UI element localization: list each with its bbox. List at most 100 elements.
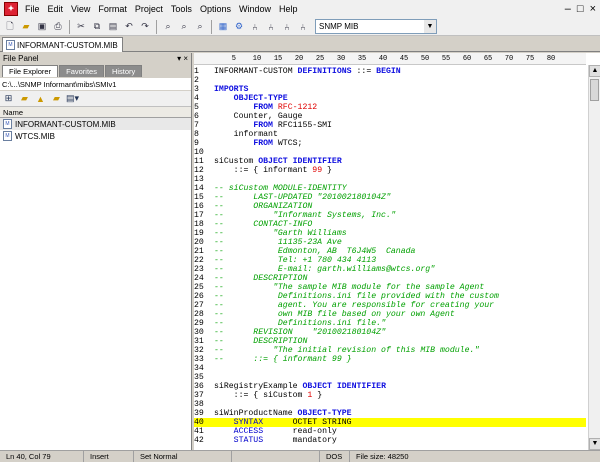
copy-icon[interactable]: ⧉ <box>90 20 104 34</box>
folder-icon[interactable]: ▰ <box>18 92 31 105</box>
snmp-walk-icon[interactable]: ⑃ <box>280 20 294 34</box>
code-line[interactable]: 30 -- REVISION "201002180104Z" <box>194 328 586 337</box>
snmp-icon[interactable]: ⑃ <box>264 20 278 34</box>
code-line[interactable]: 19 -- "Garth Williams <box>194 229 586 238</box>
code-line[interactable]: 5 FROM RFC-1212 <box>194 103 586 112</box>
new-file-icon[interactable]: 🗋 <box>3 20 17 34</box>
undo-icon[interactable]: ↶ <box>122 20 136 34</box>
code-line[interactable]: 8 informant <box>194 130 586 139</box>
find-next-icon[interactable]: ⌕ <box>193 20 207 34</box>
menu-project[interactable]: Project <box>131 0 167 18</box>
column-header-name[interactable]: Name <box>0 107 191 118</box>
code-line[interactable]: 31 -- DESCRIPTION <box>194 337 586 346</box>
code-line[interactable]: 6 Counter, Gauge <box>194 112 586 121</box>
code-line[interactable]: 39 siWinProductName OBJECT-TYPE <box>194 409 586 418</box>
compile-icon[interactable]: ▦ <box>216 20 230 34</box>
code-line[interactable]: 9 FROM WTCS; <box>194 139 586 148</box>
code-editor[interactable]: 5 10 15 20 25 30 35 40 45 50 55 60 65 70… <box>194 53 600 450</box>
code-line[interactable]: 32 -- "The initial revision of this MIB m… <box>194 346 586 355</box>
code-line[interactable]: 16 -- ORGANIZATION <box>194 202 586 211</box>
code-line[interactable]: 42 STATUS mandatory <box>194 436 586 445</box>
code-line[interactable]: 38 <box>194 400 586 409</box>
code-line[interactable]: 18 -- CONTACT-INFO <box>194 220 586 229</box>
cut-icon[interactable]: ✂ <box>74 20 88 34</box>
code-line[interactable]: 21 -- Edmonton, AB T6J4W5 Canada <box>194 247 586 256</box>
code-line[interactable]: 22 -- Tel: +1 780 434 4113 <box>194 256 586 265</box>
code-line[interactable]: 28 -- own MIB file based on your own Agen… <box>194 310 586 319</box>
vertical-scrollbar[interactable]: ▲ ▼ <box>588 65 600 450</box>
tab-history[interactable]: History <box>104 65 143 77</box>
find-replace-icon[interactable]: ⌕ <box>177 20 191 34</box>
scroll-up-icon[interactable]: ▲ <box>589 65 600 77</box>
list-item[interactable]: M INFORMANT-CUSTOM.MIB <box>0 118 191 130</box>
scroll-down-icon[interactable]: ▼ <box>589 438 600 450</box>
view-menu-icon[interactable]: ▤▾ <box>66 92 79 105</box>
code-line[interactable]: 40 SYNTAX OCTET STRING <box>194 418 586 427</box>
mib-browser-icon[interactable]: ⚙ <box>232 20 246 34</box>
code-line[interactable]: 35 <box>194 373 586 382</box>
file-panel-controls[interactable]: ▾ × <box>177 53 188 65</box>
line-number: 12 <box>194 166 204 175</box>
redo-icon[interactable]: ↷ <box>138 20 152 34</box>
code-line[interactable]: 17 -- "Informant Systems, Inc." <box>194 211 586 220</box>
code-line[interactable]: 34 <box>194 364 586 373</box>
menu-format[interactable]: Format <box>94 0 131 18</box>
code-line[interactable]: 12 ::= { informant 99 } <box>194 166 586 175</box>
code-line[interactable]: 26 -- Definitions.ini file provided with … <box>194 292 586 301</box>
menu-help[interactable]: Help <box>275 0 302 18</box>
snmp-set-icon[interactable]: ⑃ <box>296 20 310 34</box>
close-button[interactable]: × <box>590 3 596 15</box>
code-line[interactable]: 15 -- LAST-UPDATED "201002180104Z" <box>194 193 586 202</box>
code-line[interactable]: 20 -- 11135-23A Ave <box>194 238 586 247</box>
line-number: 37 <box>194 391 204 400</box>
line-number: 18 <box>194 220 204 229</box>
code-line[interactable]: 14 -- siCustom MODULE-IDENTITY <box>194 184 586 193</box>
minimize-button[interactable]: – <box>565 3 571 15</box>
tab-favorites[interactable]: Favorites <box>59 65 104 77</box>
mib-tree-icon[interactable]: ⑃ <box>248 20 262 34</box>
code-line[interactable]: 36 siRegistryExample OBJECT IDENTIFIER <box>194 382 586 391</box>
code-area[interactable]: 1 INFORMANT-CUSTOM DEFINITIONS ::= BEGIN 2… <box>194 67 586 448</box>
menu-options[interactable]: Options <box>196 0 235 18</box>
paste-icon[interactable]: ▤ <box>106 20 120 34</box>
list-item[interactable]: M WTCS.MIB <box>0 130 191 142</box>
restore-button[interactable]: □ <box>577 3 584 15</box>
code-line[interactable]: 10 <box>194 148 586 157</box>
menu-window[interactable]: Window <box>235 0 275 18</box>
find-icon[interactable]: ⌕ <box>161 20 175 34</box>
code-line[interactable]: 3 IMPORTS <box>194 85 586 94</box>
open-folder-icon[interactable]: ▰ <box>50 92 63 105</box>
code-line[interactable]: 23 -- E-mail: garth.williams@wtcs.org" <box>194 265 586 274</box>
menu-edit[interactable]: Edit <box>44 0 68 18</box>
code-line[interactable]: 24 -- DESCRIPTION <box>194 274 586 283</box>
tree-view-icon[interactable]: ⊞ <box>2 92 15 105</box>
code-line[interactable]: 41 ACCESS read-only <box>194 427 586 436</box>
line-text: informant <box>214 130 278 139</box>
code-line[interactable]: 4 OBJECT-TYPE <box>194 94 586 103</box>
code-token: FROM <box>253 121 273 130</box>
scrollbar-thumb[interactable] <box>590 79 599 101</box>
code-token: -- "The sample MIB module for the sample… <box>214 283 485 292</box>
code-line[interactable]: 27 -- agent. You are responsible for crea… <box>194 301 586 310</box>
chevron-down-icon[interactable]: ▼ <box>424 20 436 33</box>
code-line[interactable]: 37 ::= { siCustom 1 } <box>194 391 586 400</box>
code-line[interactable]: 29 -- Definitions.ini file." <box>194 319 586 328</box>
code-line[interactable]: 11 siCustom OBJECT IDENTIFIER <box>194 157 586 166</box>
code-line[interactable]: 2 <box>194 76 586 85</box>
current-path[interactable]: C:\...\SNMP Informant\mibs\SMIv1 <box>0 78 191 91</box>
syntax-combo[interactable]: SNMP MIB ▼ <box>315 19 437 34</box>
menu-view[interactable]: View <box>67 0 94 18</box>
tab-file-explorer[interactable]: File Explorer <box>2 65 59 77</box>
save-icon[interactable]: ▣ <box>35 20 49 34</box>
up-folder-icon[interactable]: ▲ <box>34 92 47 105</box>
code-line[interactable]: 1 INFORMANT-CUSTOM DEFINITIONS ::= BEGIN <box>194 67 586 76</box>
code-line[interactable]: 33 -- ::= { informant 99 } <box>194 355 586 364</box>
print-icon[interactable]: ⎙ <box>51 20 65 34</box>
code-line[interactable]: 13 <box>194 175 586 184</box>
tab-informant-custom[interactable]: M INFORMANT-CUSTOM.MIB <box>2 37 123 52</box>
menu-file[interactable]: File <box>21 0 44 18</box>
code-line[interactable]: 7 FROM RFC1155-SMI <box>194 121 586 130</box>
menu-tools[interactable]: Tools <box>167 0 196 18</box>
code-line[interactable]: 25 -- "The sample MIB module for the samp… <box>194 283 586 292</box>
open-folder-icon[interactable]: ▰ <box>19 20 33 34</box>
